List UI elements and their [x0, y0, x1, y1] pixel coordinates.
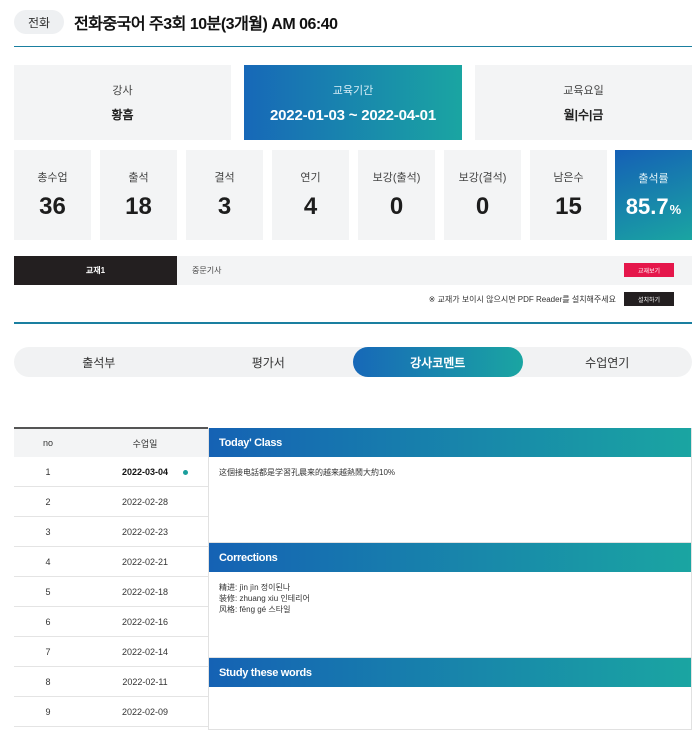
- section-divider: [14, 322, 692, 324]
- lesson-date: 2022-02-28: [121, 496, 169, 507]
- today-class-text: 这個接电話都是学習孔晨来的越来越熱鬧大約10%: [219, 468, 396, 477]
- stat-makeup-absent-value: 0: [475, 193, 490, 220]
- lesson-date: 2022-02-14: [121, 646, 169, 657]
- lesson-row[interactable]: 3 2022-02-23: [14, 517, 208, 547]
- lesson-no: 8: [45, 676, 51, 687]
- textbook-tab[interactable]: 교재1: [14, 256, 177, 285]
- stat-postpone-label: 연기: [300, 172, 321, 184]
- period-label: 교육기간: [332, 84, 374, 97]
- stat-remaining-label: 남은수: [553, 172, 584, 184]
- lesson-no: 1: [45, 466, 51, 477]
- stat-rate-unit: %: [669, 202, 682, 217]
- course-title: 전화중국어 주3회 10분(3개월) AM 06:40: [74, 16, 338, 33]
- stat-makeup-attend-label: 보강(출석): [372, 172, 421, 184]
- study-words-body: [209, 687, 691, 707]
- period-value: 2022-01-03 ~ 2022-04-01: [270, 106, 436, 124]
- stat-remaining-value: 15: [555, 193, 582, 220]
- stat-makeup-attend-value: 0: [389, 193, 404, 220]
- today-class-panel: Today' Class 这個接电話都是学習孔晨来的越来越熱鬧大約10%: [208, 428, 692, 543]
- stat-absent-label: 결석: [214, 172, 235, 184]
- stat-rate: 출석률 85.7%: [615, 150, 692, 240]
- pdf-notice: ※ 교재가 보이시 않으시면 PDF Reader를 설치해주세요 설치하기: [14, 292, 674, 306]
- category-tag: 전화: [14, 10, 64, 34]
- page-header: 전화 전화중국어 주3회 10분(3개월) AM 06:40: [14, 8, 692, 36]
- corrections-body: 精进: jìn jìn 정이된나 装修: zhuang xiu 인테리어 风格:…: [209, 572, 691, 625]
- stat-attend: 출석 18: [100, 150, 177, 240]
- study-words-title: Study these words: [209, 658, 691, 687]
- lesson-date: 2022-02-23: [121, 526, 169, 537]
- lesson-no: 7: [45, 646, 51, 657]
- lesson-no: 3: [45, 526, 51, 537]
- lesson-list: no 수업일 1 2022-03-04 2 2022-02-28 3 2022-…: [14, 427, 208, 727]
- stat-makeup-absent: 보강(결석) 0: [444, 150, 521, 240]
- lesson-date: 2022-02-21: [121, 556, 169, 567]
- header-divider: [14, 46, 692, 47]
- pdf-notice-text: ※ 교재가 보이시 않으시면 PDF Reader를 설치해주세요: [428, 294, 616, 304]
- lesson-row[interactable]: 6 2022-02-16: [14, 607, 208, 637]
- col-no-header: no: [42, 438, 53, 448]
- teacher-label: 강사: [112, 85, 133, 97]
- lesson-row[interactable]: 5 2022-02-18: [14, 577, 208, 607]
- lesson-date: 2022-02-09: [121, 706, 169, 717]
- corrections-title: Corrections: [209, 543, 691, 572]
- correction-line: 精进: jìn jìn 정이된나: [219, 583, 291, 592]
- selected-dot-icon: [183, 469, 188, 475]
- lesson-no: 9: [45, 706, 51, 717]
- stat-postpone-value: 4: [303, 193, 318, 220]
- stat-attend-value: 18: [125, 193, 152, 220]
- textbook-bar: 교재1 중문기사 교재보기: [14, 256, 692, 285]
- tab-postpone[interactable]: 수업연기: [523, 347, 693, 377]
- tab-teacher-comment[interactable]: 강사코멘트: [353, 347, 523, 377]
- days-box: 교육요일 월|수|금: [475, 65, 692, 140]
- tab-evaluation[interactable]: 평가서: [184, 347, 354, 377]
- correction-line: 风格: fēng gé 스타일: [219, 605, 291, 614]
- stat-total: 총수업 36: [14, 150, 91, 240]
- days-value: 월|수|금: [563, 108, 604, 122]
- stat-rate-value: 85.7%: [626, 194, 681, 220]
- stat-total-value: 36: [39, 193, 66, 220]
- days-label: 교육요일: [563, 85, 604, 97]
- stat-makeup-absent-label: 보강(결석): [458, 172, 507, 184]
- stat-makeup-attend: 보강(출석) 0: [358, 150, 435, 240]
- lesson-date: 2022-02-16: [121, 616, 169, 627]
- stat-attend-label: 출석: [128, 172, 149, 184]
- install-button[interactable]: 설치하기: [624, 292, 674, 306]
- stat-postpone: 연기 4: [272, 150, 349, 240]
- lesson-no: 2: [45, 496, 51, 507]
- lesson-date: 2022-02-18: [121, 586, 169, 597]
- lesson-no: 6: [45, 616, 51, 627]
- tab-bar: 출석부 평가서 강사코멘트 수업연기: [14, 347, 692, 377]
- study-words-panel: Study these words: [208, 658, 692, 730]
- stat-absent: 결석 3: [186, 150, 263, 240]
- stat-absent-value: 3: [217, 193, 232, 220]
- stat-total-label: 총수업: [37, 172, 68, 184]
- lesson-row[interactable]: 9 2022-02-09: [14, 697, 208, 727]
- lesson-date-cell: 2022-03-04: [82, 467, 208, 477]
- lesson-no: 4: [45, 556, 51, 567]
- lesson-no: 5: [45, 586, 51, 597]
- stat-rate-number: 85.7: [625, 194, 669, 219]
- lesson-list-header: no 수업일: [14, 427, 208, 457]
- view-textbook-button[interactable]: 교재보기: [624, 263, 674, 277]
- lesson-row[interactable]: 2 2022-02-28: [14, 487, 208, 517]
- lesson-date: 2022-02-11: [122, 676, 168, 687]
- teacher-box: 강사 황흠: [14, 65, 231, 140]
- correction-line: 装修: zhuang xiu 인테리어: [219, 594, 310, 603]
- col-date-header: 수업일: [132, 438, 158, 449]
- lesson-date: 2022-03-04: [121, 466, 169, 477]
- lesson-row[interactable]: 1 2022-03-04: [14, 457, 208, 487]
- period-box: 교육기간 2022-01-03 ~ 2022-04-01: [244, 65, 462, 140]
- corrections-panel: Corrections 精进: jìn jìn 정이된나 装修: zhuang …: [208, 543, 692, 658]
- lesson-row[interactable]: 8 2022-02-11: [14, 667, 208, 697]
- today-class-title: Today' Class: [209, 428, 691, 457]
- lesson-row[interactable]: 7 2022-02-14: [14, 637, 208, 667]
- stat-rate-label: 출석률: [638, 173, 669, 185]
- tab-attendance[interactable]: 출석부: [14, 347, 184, 377]
- teacher-name: 황흠: [111, 108, 134, 122]
- stat-remaining: 남은수 15: [530, 150, 607, 240]
- textbook-name: 중문기사: [192, 266, 222, 275]
- lesson-row[interactable]: 4 2022-02-21: [14, 547, 208, 577]
